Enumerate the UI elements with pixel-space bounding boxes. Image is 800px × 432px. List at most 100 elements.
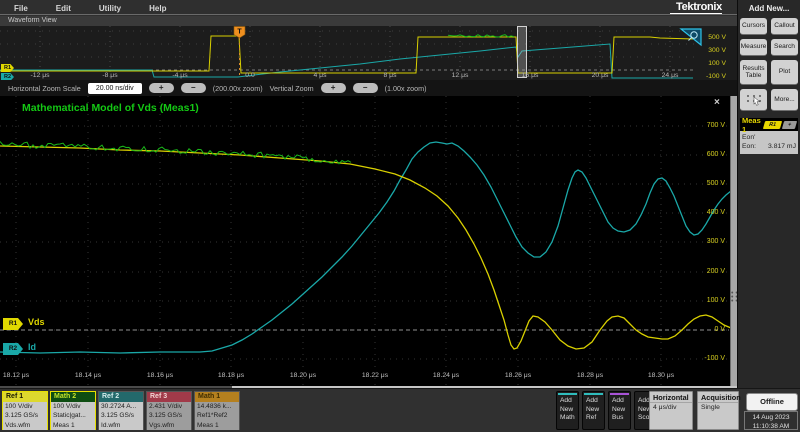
vds-trace-label: Vds	[28, 317, 45, 327]
add-new-math-button[interactable]: AddNewMath	[556, 391, 579, 430]
overview-x-tick-label: 4 μs	[314, 72, 327, 79]
sidebar-buttons: CursorsCalloutMeasureSearchResults Table…	[738, 18, 800, 111]
sidebar-button-cursors[interactable]: Cursors	[740, 18, 767, 35]
sidebar-button-plot[interactable]: Plot	[771, 60, 798, 85]
horizontal-panel[interactable]: Horizontal 4 μs/div	[649, 391, 693, 430]
overview-x-tick-label: 16 μs	[522, 72, 539, 79]
id-trace-label: Id	[28, 342, 36, 352]
add-button-stripe	[558, 393, 577, 395]
vertical-zoom-plus-button[interactable]: +	[321, 83, 346, 93]
horizontal-zoom-scale-value[interactable]: 20.00 ns/div	[88, 83, 142, 94]
badge-detail-line: 3.125 GS/s	[147, 411, 191, 420]
horizontal-zoom-plus-button[interactable]: +	[149, 83, 174, 93]
menu-item-edit[interactable]: Edit	[42, 4, 85, 13]
draw-a-box-icon	[745, 93, 763, 106]
add-button-label: New	[557, 406, 578, 415]
main-y-tick-label: 300 V	[707, 238, 725, 245]
vertical-zoom-label: Vertical Zoom	[270, 84, 314, 93]
badge-title: Math 1	[195, 392, 239, 402]
meas1-header: Meas 1 R1 +	[740, 118, 798, 131]
badge-ref3[interactable]: Ref 32.431 V/div3.125 GS/sVgs.wfm	[146, 391, 192, 430]
add-button-label: New	[609, 406, 630, 415]
badge-math1[interactable]: Math 114.4836 k...Ref1*Ref2Meas 1	[194, 391, 240, 430]
badge-ref2[interactable]: Ref 230.2724 A...3.125 GS/sId.wfm	[98, 391, 144, 430]
badge-title: Ref 1	[3, 392, 47, 402]
ref2-marker-label: R2	[9, 345, 17, 352]
badge-detail-line: 2.431 V/div	[147, 402, 191, 411]
badge-detail-line: Vds.wfm	[3, 421, 47, 430]
datetime-display: 14 Aug 2023 11:10:38 AM	[744, 411, 798, 430]
acquisition-panel-title: Acquisition	[698, 392, 738, 403]
overview-x-tick-label: 20 μs	[592, 72, 609, 79]
overview-x-tick-label: -8 μs	[102, 72, 117, 79]
close-zoom-view-icon[interactable]: ×	[714, 97, 720, 108]
zoom-scale-bar: Horizontal Zoom Scale 20.00 ns/div + − (…	[0, 80, 737, 96]
main-x-tick-label: 18.20 μs	[290, 372, 316, 379]
main-x-tick-label: 18.16 μs	[147, 372, 173, 379]
add-button-label: Ref	[583, 414, 604, 423]
meas1-result-row: Eon:3.817 mJ	[742, 142, 796, 151]
vertical-zoom-minus-button[interactable]: −	[353, 83, 378, 93]
badge-title: Math 2	[51, 392, 95, 402]
badge-detail-line: 30.2724 A...	[99, 402, 143, 411]
menu-item-file[interactable]: File	[0, 4, 42, 13]
add-button-stripe	[584, 393, 603, 395]
badge-math2[interactable]: Math 2100 V/divStatic|gat...Meas 1	[50, 391, 96, 430]
badge-body: 30.2724 A...3.125 GS/sId.wfm	[99, 402, 143, 430]
main-y-tick-label: 100 V	[707, 297, 725, 304]
draw-a-box-button[interactable]	[740, 89, 767, 111]
zoom-view-plot[interactable]: Mathematical Model of Vds (Meas1) × R1 V…	[0, 96, 737, 386]
svg-text:T: T	[237, 29, 242, 36]
zoom-window-slider	[518, 27, 527, 78]
badge-title: Ref 3	[147, 392, 191, 402]
badge-detail-line: 100 V/div	[51, 402, 95, 411]
main-y-tick-label: 700 V	[707, 122, 725, 129]
main-x-tick-label: 18.22 μs	[362, 372, 388, 379]
add-button-label: Add	[557, 397, 578, 406]
sidebar-button-search[interactable]: Search	[771, 39, 798, 56]
sidebar-button-measure[interactable]: Measure	[740, 39, 767, 56]
offline-button[interactable]: Offline	[746, 393, 798, 411]
tektronix-logo: Tektronix	[676, 1, 722, 13]
main-id-trace	[0, 142, 731, 353]
meas1-values: Eon'Eon:3.817 mJ	[740, 131, 798, 154]
horizontal-panel-title: Horizontal	[650, 392, 692, 403]
menu-item-help[interactable]: Help	[135, 4, 180, 13]
main-x-tick-label: 18.14 μs	[75, 372, 101, 379]
horizontal-zoom-minus-button[interactable]: −	[181, 83, 206, 93]
main-x-tick-label: 18.12 μs	[3, 372, 29, 379]
add-button-label: Math	[557, 414, 578, 423]
meas1-results-panel[interactable]: Meas 1 R1 + Eon'Eon:3.817 mJ	[740, 118, 798, 154]
plot-title: Mathematical Model of Vds (Meas1)	[22, 102, 199, 114]
acquisition-panel[interactable]: Acquisition Single	[697, 391, 739, 430]
overview-x-tick-label: 8 μs	[384, 72, 397, 79]
add-new-ref-button[interactable]: AddNewRef	[582, 391, 605, 430]
badge-ref1[interactable]: Ref 1100 V/div3.125 GS/sVds.wfm	[2, 391, 48, 430]
meas1-result-key: Eon:	[742, 142, 756, 151]
meas1-expand-button[interactable]: +	[782, 121, 797, 129]
meas1-result-key: Eon'	[742, 133, 755, 142]
horizontal-zoom-factor: (200.00x zoom)	[213, 84, 263, 93]
badge-detail-line: Meas 1	[51, 421, 95, 430]
overview-x-tick-label: 24 μs	[662, 72, 679, 79]
main-x-tick-label: 18.18 μs	[218, 372, 244, 379]
sidebar-button-results-table[interactable]: Results Table	[740, 60, 767, 85]
main-x-tick-label: 18.28 μs	[577, 372, 603, 379]
time-label: 11:10:38 AM	[753, 423, 790, 430]
overview-x-tick-label: -12 μs	[30, 72, 49, 79]
main-math-model-trace	[0, 142, 351, 164]
badge-detail-line: Id.wfm	[99, 421, 143, 430]
badge-body: 2.431 V/div3.125 GS/sVgs.wfm	[147, 402, 191, 430]
main-y-tick-label: 200 V	[707, 268, 725, 275]
overview-y-tick-label: 300 V	[708, 47, 726, 54]
menu-item-utility[interactable]: Utility	[85, 4, 135, 13]
sidebar: Add New... CursorsCalloutMeasureSearchRe…	[737, 0, 800, 388]
main-y-tick-label: 400 V	[707, 209, 725, 216]
sidebar-button-callout[interactable]: Callout	[771, 18, 798, 35]
meas1-result-row: Eon'	[742, 133, 796, 142]
overview-plot[interactable]: T -12 μs-8 μs-4 μs0.04 μs8 μs12 μs16 μs2…	[0, 26, 737, 80]
add-new-bus-button[interactable]: AddNewBus	[608, 391, 631, 430]
sidebar-button-more-[interactable]: More...	[771, 89, 798, 111]
main-vds-trace	[0, 146, 731, 349]
zoom-view-waveforms	[0, 96, 737, 386]
